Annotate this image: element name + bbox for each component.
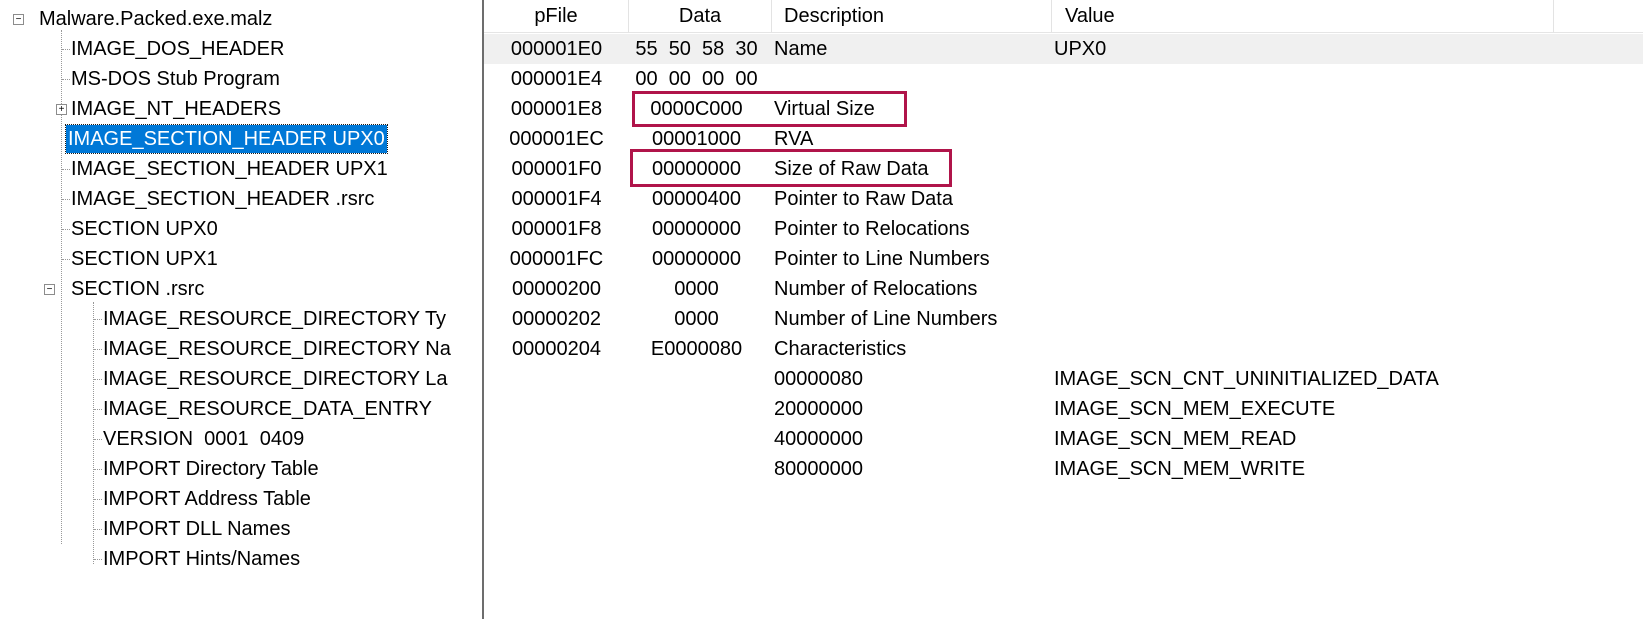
- table-row[interactable]: 40000000 IMAGE_SCN_MEM_READ: [484, 424, 1643, 454]
- collapse-icon[interactable]: −: [44, 284, 55, 295]
- cell-description: Number of Line Numbers: [774, 308, 998, 330]
- cell-pfile: 000001EC: [509, 128, 604, 150]
- cell-description: Pointer to Relocations: [774, 218, 970, 240]
- expand-icon[interactable]: +: [56, 104, 67, 115]
- cell-data: E0000080: [650, 338, 743, 360]
- tree-guide-line: [93, 302, 94, 564]
- cell-description: 20000000: [774, 398, 863, 420]
- tree-item-label: IMPORT Directory Table: [103, 458, 319, 480]
- cell-pfile: 000001E8: [510, 98, 603, 120]
- tree-item-label: IMAGE_DOS_HEADER: [71, 38, 285, 60]
- tree-item-label: IMAGE_RESOURCE_DIRECTORY Ty: [103, 308, 447, 330]
- tree-item-label: IMAGE_NT_HEADERS: [71, 98, 282, 120]
- tree-item-label: SECTION UPX0: [71, 218, 218, 240]
- cell-description: 40000000: [774, 428, 863, 450]
- cell-pfile: 00000202: [512, 308, 601, 330]
- tree-item-label: MS-DOS Stub Program: [71, 68, 280, 90]
- cell-data: 00 00 00 00: [635, 68, 758, 90]
- column-header-label: pFile: [534, 5, 578, 27]
- table-row[interactable]: 00000204 E0000080 Characteristics: [484, 334, 1643, 364]
- table-row[interactable]: 20000000 IMAGE_SCN_MEM_EXECUTE: [484, 394, 1643, 424]
- cell-pfile: 000001FC: [509, 248, 604, 270]
- cell-value: UPX0: [1054, 38, 1107, 60]
- cell-data: 0000: [674, 308, 719, 330]
- column-header-pfile[interactable]: pFile: [484, 0, 629, 33]
- cell-description: 80000000: [774, 458, 863, 480]
- tree-item-label: SECTION UPX1: [71, 248, 218, 270]
- cell-value: IMAGE_SCN_MEM_WRITE: [1054, 458, 1306, 480]
- cell-data: 55 50 58 30: [635, 38, 758, 60]
- tree-item-label: IMPORT Address Table: [103, 488, 311, 510]
- tree-item-label: VERSION 0001 0409: [103, 428, 305, 450]
- cell-data: 0000: [674, 278, 719, 300]
- column-header-data[interactable]: Data: [629, 0, 772, 33]
- cell-data: 00000400: [652, 188, 741, 210]
- table-row[interactable]: 000001FC 00000000 Pointer to Line Numbers: [484, 244, 1643, 274]
- cell-data: 00000000: [652, 218, 741, 240]
- cell-description: Characteristics: [774, 338, 907, 360]
- collapse-icon[interactable]: −: [13, 14, 24, 25]
- cell-pfile: 000001F8: [511, 218, 602, 240]
- column-header-value[interactable]: Value: [1052, 0, 1554, 33]
- cell-pfile: 000001E0: [510, 38, 603, 60]
- column-header-label: Description: [784, 5, 885, 27]
- column-header-filler: [1554, 0, 1643, 33]
- tree-item-label: IMAGE_RESOURCE_DIRECTORY Na: [103, 338, 451, 360]
- details-list[interactable]: pFile Data Description Value 000001E0 55 …: [484, 0, 1643, 619]
- cell-pfile: 000001F0: [511, 158, 602, 180]
- table-row[interactable]: 80000000 IMAGE_SCN_MEM_WRITE: [484, 454, 1643, 484]
- cell-pfile: 00000204: [512, 338, 601, 360]
- column-header-description[interactable]: Description: [772, 0, 1052, 33]
- highlight-box-virtual-size: [632, 91, 907, 127]
- table-row[interactable]: 00000080 IMAGE_SCN_CNT_UNINITIALIZED_DATA: [484, 364, 1643, 394]
- cell-description: Pointer to Raw Data: [774, 188, 953, 210]
- tree-root-label: Malware.Packed.exe.malz: [39, 8, 273, 30]
- tree-item-label: IMAGE_RESOURCE_DATA_ENTRY: [103, 398, 432, 420]
- tree-item-label: IMAGE_RESOURCE_DIRECTORY La: [103, 368, 448, 390]
- tree-item-label: IMPORT Hints/Names: [103, 548, 301, 570]
- column-header-label: Value: [1065, 5, 1115, 27]
- cell-value: IMAGE_SCN_MEM_EXECUTE: [1054, 398, 1336, 420]
- cell-value: IMAGE_SCN_MEM_READ: [1054, 428, 1297, 450]
- cell-pfile: 00000200: [512, 278, 601, 300]
- table-row[interactable]: 00000202 0000 Number of Line Numbers: [484, 304, 1643, 334]
- cell-description: 00000080: [774, 368, 863, 390]
- cell-value: IMAGE_SCN_CNT_UNINITIALIZED_DATA: [1054, 368, 1439, 390]
- table-row[interactable]: 000001E0 55 50 58 30 Name UPX0: [484, 34, 1643, 64]
- highlight-box-size-of-raw-data: [630, 149, 952, 187]
- cell-pfile: 000001F4: [511, 188, 602, 210]
- cell-description: Number of Relocations: [774, 278, 978, 300]
- table-row[interactable]: 000001E4 00 00 00 00: [484, 64, 1643, 94]
- cell-description: Pointer to Line Numbers: [774, 248, 990, 270]
- cell-description: Name: [774, 38, 828, 60]
- table-row[interactable]: 000001F4 00000400 Pointer to Raw Data: [484, 184, 1643, 214]
- tree-item-label: IMAGE_SECTION_HEADER UPX0: [65, 124, 388, 154]
- cell-data: 00000000: [652, 248, 741, 270]
- table-row[interactable]: 00000200 0000 Number of Relocations: [484, 274, 1643, 304]
- tree-item-label: SECTION .rsrc: [71, 278, 205, 300]
- tree-pane[interactable]: − Malware.Packed.exe.malz IMAGE_DOS_HEAD…: [0, 0, 478, 619]
- cell-pfile: 000001E4: [510, 68, 603, 90]
- column-header-label: Data: [678, 5, 722, 27]
- tree-item-label: IMPORT DLL Names: [103, 518, 291, 540]
- tree-item-label: IMAGE_SECTION_HEADER .rsrc: [71, 188, 375, 210]
- table-row[interactable]: 000001F8 00000000 Pointer to Relocations: [484, 214, 1643, 244]
- tree-item-label: IMAGE_SECTION_HEADER UPX1: [71, 158, 388, 180]
